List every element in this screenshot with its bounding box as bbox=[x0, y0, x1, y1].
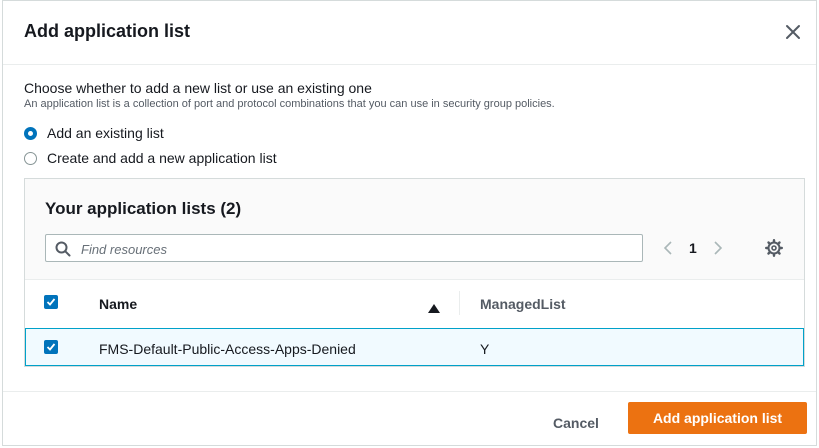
radio-unselected-icon[interactable] bbox=[24, 151, 37, 165]
choice-description: An application list is a collection of p… bbox=[24, 98, 555, 110]
column-header-name[interactable]: Name bbox=[99, 296, 137, 312]
radio-selected-icon[interactable] bbox=[24, 126, 37, 140]
table-row[interactable]: FMS-Default-Public-Access-Apps-Denied Y bbox=[25, 328, 804, 366]
cancel-button[interactable]: Cancel bbox=[536, 408, 616, 438]
modal-title: Add application list bbox=[24, 21, 191, 41]
pagination: 1 bbox=[661, 239, 725, 257]
radio-add-existing-list[interactable]: Add an existing list bbox=[24, 125, 164, 141]
sort-ascending-icon[interactable] bbox=[428, 300, 440, 318]
radio-label: Create and add a new application list bbox=[47, 150, 277, 166]
gear-icon[interactable] bbox=[765, 239, 783, 262]
modal-footer: Cancel Add application list bbox=[3, 391, 816, 445]
radio-label: Add an existing list bbox=[47, 125, 164, 141]
page-number[interactable]: 1 bbox=[689, 240, 697, 256]
row-managedlist: Y bbox=[480, 341, 490, 357]
chevron-left-icon[interactable] bbox=[661, 239, 675, 257]
column-header-managedlist[interactable]: ManagedList bbox=[480, 296, 566, 312]
choice-question: Choose whether to add a new list or use … bbox=[24, 80, 372, 96]
add-application-list-modal: Add application list Choose whether to a… bbox=[2, 0, 817, 446]
row-checkbox[interactable] bbox=[44, 340, 58, 354]
radio-create-new-list[interactable]: Create and add a new application list bbox=[24, 150, 277, 166]
select-all-checkbox[interactable] bbox=[44, 295, 58, 309]
search-icon bbox=[55, 241, 71, 257]
row-name: FMS-Default-Public-Access-Apps-Denied bbox=[99, 341, 356, 357]
panel-header: Your application lists (2) 1 bbox=[25, 179, 804, 280]
table-header: Name ManagedList bbox=[25, 279, 804, 327]
add-application-list-button[interactable]: Add application list bbox=[628, 402, 807, 434]
search-input[interactable] bbox=[79, 238, 633, 260]
application-lists-panel: Your application lists (2) 1 bbox=[24, 178, 805, 367]
panel-title: Your application lists (2) bbox=[45, 199, 242, 218]
search-box[interactable] bbox=[45, 234, 643, 262]
modal-header: Add application list bbox=[3, 1, 816, 65]
column-divider bbox=[459, 291, 460, 315]
close-icon[interactable] bbox=[782, 21, 804, 43]
chevron-right-icon[interactable] bbox=[711, 239, 725, 257]
